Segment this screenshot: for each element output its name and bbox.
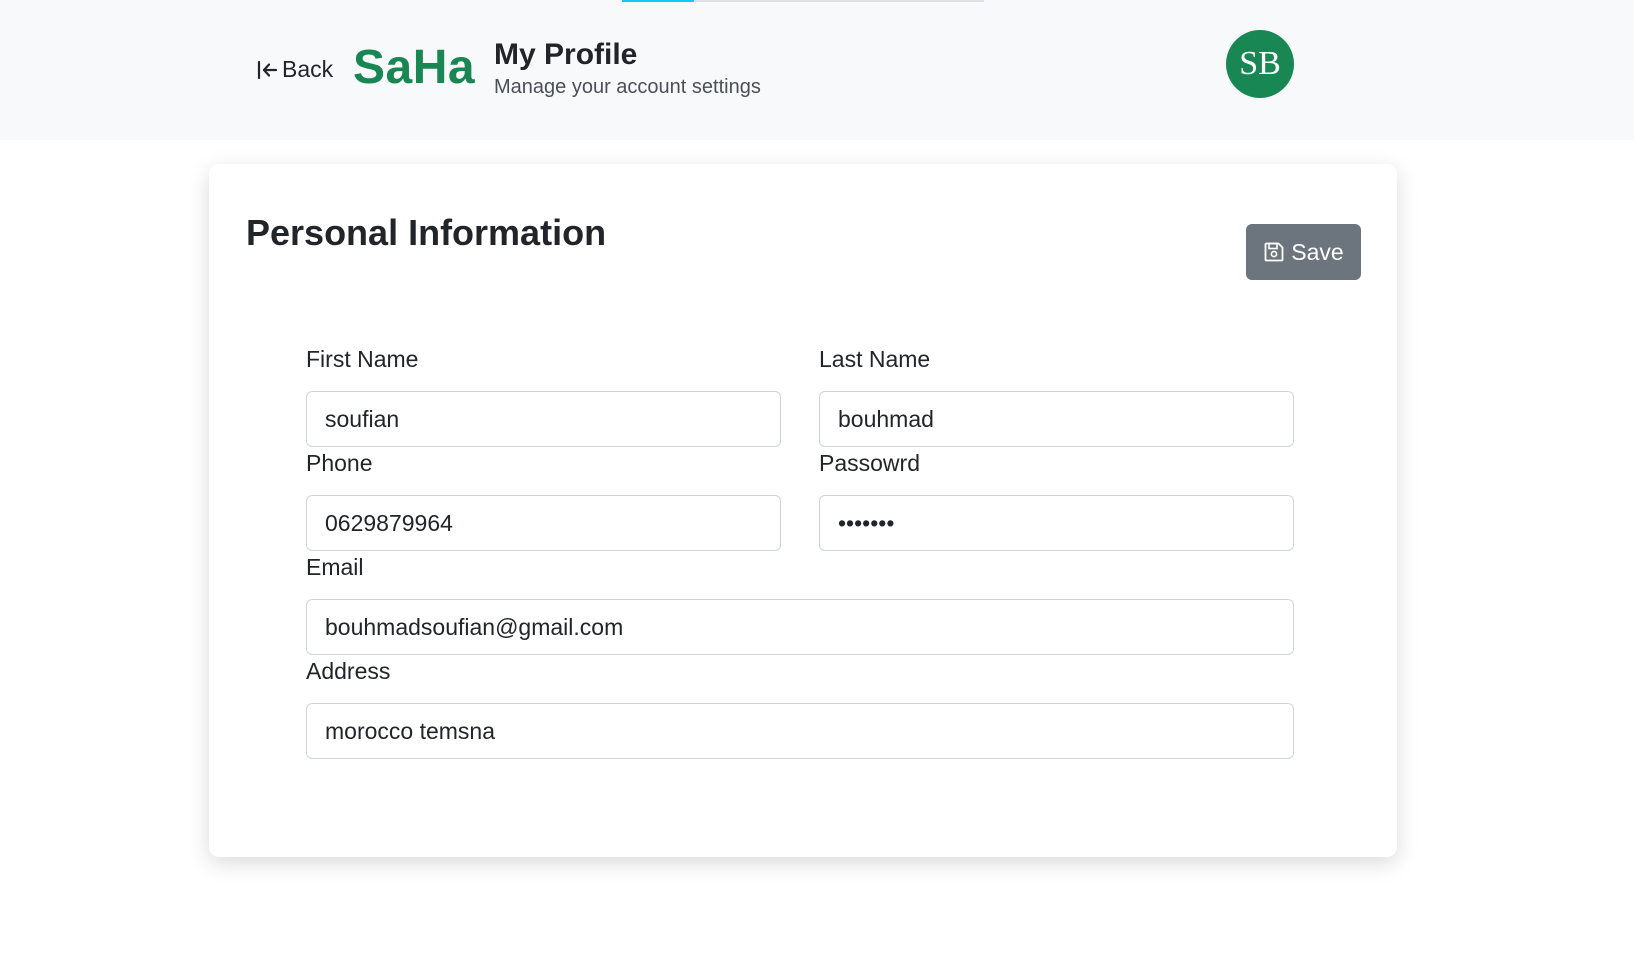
card-title: Personal Information [246, 212, 607, 253]
user-avatar[interactable]: SB [1226, 30, 1294, 98]
phone-label: Phone [306, 450, 373, 476]
last-name-field[interactable] [819, 391, 1294, 447]
email-label: Email [306, 554, 364, 580]
personal-information-card: Personal Information Save First Name Las… [209, 164, 1397, 857]
floppy-disk-icon [1263, 241, 1285, 263]
loading-progress-bar [622, 0, 984, 2]
arrow-bar-left-icon [256, 59, 278, 81]
phone-field[interactable] [306, 495, 781, 551]
back-button[interactable]: Back [256, 56, 333, 83]
top-header: Back SaHa My Profile Manage your account… [0, 0, 1634, 140]
address-field[interactable] [306, 703, 1294, 759]
first-name-field[interactable] [306, 391, 781, 447]
password-field[interactable] [819, 495, 1294, 551]
page-subtitle: Manage your account settings [494, 76, 761, 98]
email-field[interactable] [306, 599, 1294, 655]
password-label: Passowrd [819, 450, 920, 476]
first-name-label: First Name [306, 346, 419, 372]
save-label: Save [1291, 238, 1344, 265]
page-title: My Profile [494, 38, 638, 71]
address-label: Address [306, 658, 391, 684]
back-label: Back [282, 56, 334, 82]
last-name-label: Last Name [819, 346, 931, 372]
page-heading: My Profile Manage your account settings [494, 36, 761, 99]
loading-progress-fill [622, 0, 695, 2]
brand-logo[interactable]: SaHa [353, 40, 475, 95]
save-button[interactable]: Save [1246, 224, 1361, 280]
